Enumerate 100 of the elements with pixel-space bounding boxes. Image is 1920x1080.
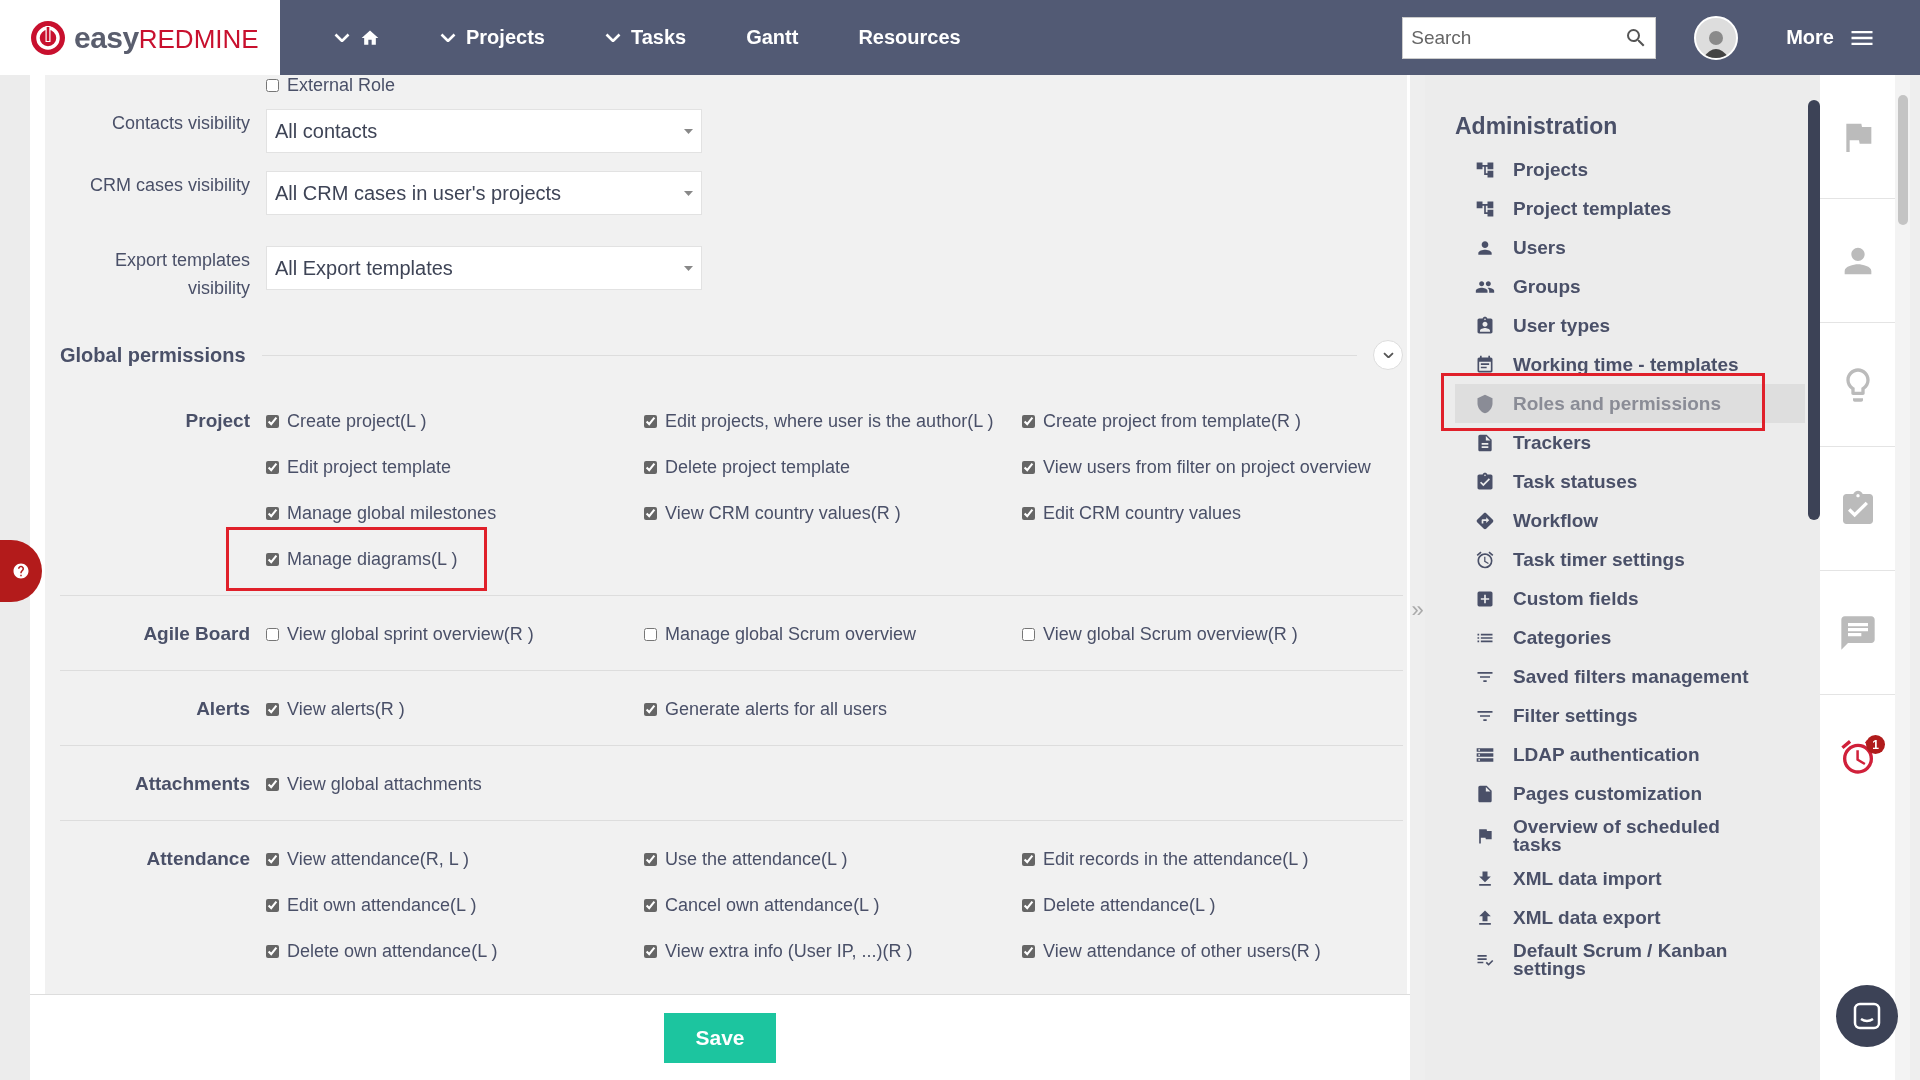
- permission-label: View global Scrum overview(R ): [1043, 623, 1298, 645]
- group-label: Agile Board: [142, 622, 250, 646]
- checkbox[interactable]: [644, 852, 657, 866]
- permission-label: View users from filter on project overview: [1043, 456, 1371, 478]
- clipboard-check-icon: [1475, 471, 1495, 492]
- sidebar-item[interactable]: Saved filters management: [1455, 657, 1805, 696]
- visibility-select[interactable]: All contacts: [266, 109, 702, 153]
- help-icon: [12, 562, 30, 580]
- permission-label: View global attachments: [287, 773, 482, 795]
- checkbox[interactable]: [266, 414, 279, 428]
- checkbox[interactable]: [266, 78, 279, 92]
- sidebar-item[interactable]: Groups: [1455, 267, 1805, 306]
- sidebar-item[interactable]: Users: [1455, 228, 1805, 267]
- checkbox[interactable]: [644, 506, 657, 520]
- checkbox[interactable]: [1022, 627, 1035, 641]
- alarm-clock-icon: [1475, 549, 1495, 570]
- sidebar-title: Administration: [1455, 113, 1619, 140]
- checkbox[interactable]: [644, 460, 657, 474]
- sidebar-item[interactable]: Default Scrum / Kanban settings: [1455, 937, 1805, 983]
- permission-label: Edit projects, where user is the author(L ): [665, 410, 994, 432]
- sidebar-item[interactable]: Categories: [1455, 618, 1805, 657]
- checkbox[interactable]: [1022, 898, 1035, 912]
- group-label: Attachments: [133, 772, 250, 796]
- checkbox[interactable]: [1022, 460, 1035, 474]
- checkbox[interactable]: [1022, 414, 1035, 428]
- logo-icon: [30, 19, 66, 56]
- permission-label: Edit project template: [287, 456, 452, 478]
- sidebar-item[interactable]: Working time - templates: [1455, 345, 1805, 384]
- permission-label: Edit records in the attendance(L ): [1043, 848, 1309, 870]
- permission-label: Create project(L ): [287, 410, 427, 432]
- sidebar-item[interactable]: Trackers: [1455, 423, 1805, 462]
- id-badge-icon: [1475, 315, 1495, 336]
- sidebar-item[interactable]: XML data import: [1455, 859, 1805, 898]
- permission-label: Edit own attendance(L ): [287, 894, 477, 916]
- permission-label: Edit CRM country values: [1043, 502, 1242, 524]
- dropdown-caret-icon: [684, 265, 693, 271]
- collapse-toggle[interactable]: [1373, 340, 1403, 370]
- sidebar-item[interactable]: Project templates: [1455, 189, 1805, 228]
- nav-menu-item[interactable]: Resources: [828, 0, 991, 75]
- nav-menu-item[interactable]: Projects: [410, 0, 575, 75]
- checkbox[interactable]: [644, 414, 657, 428]
- chevron-down-icon: [334, 32, 350, 43]
- diamond-arrow-icon: [1475, 510, 1495, 531]
- checkbox[interactable]: [266, 552, 279, 566]
- dropdown-caret-icon: [684, 190, 693, 196]
- checkbox-label: External Role: [287, 75, 396, 96]
- checkbox[interactable]: [644, 627, 657, 641]
- checkbox[interactable]: [644, 898, 657, 912]
- permission-label: Delete project template: [665, 456, 851, 478]
- checkbox[interactable]: [1022, 852, 1035, 866]
- checkbox[interactable]: [266, 702, 279, 716]
- search-field[interactable]: Search: [1402, 16, 1657, 59]
- checkbox[interactable]: [266, 460, 279, 474]
- document-icon: [1475, 432, 1495, 453]
- notification-badge: 1: [1866, 735, 1885, 754]
- visibility-select[interactable]: All Export templates: [266, 246, 702, 290]
- sidebar-item[interactable]: LDAP authentication: [1455, 735, 1805, 774]
- permission-label: View alerts(R ): [287, 698, 405, 720]
- field-label: CRM cases visibility: [88, 174, 250, 197]
- sidebar-item[interactable]: Task timer settings: [1455, 540, 1805, 579]
- sidebar-item[interactable]: Workflow: [1455, 501, 1805, 540]
- sidebar-item[interactable]: Pages customization: [1455, 774, 1805, 813]
- visibility-select[interactable]: All CRM cases in user's projects: [266, 171, 702, 215]
- permission-label: View attendance(R, L ): [287, 848, 470, 870]
- permission-label: Manage global Scrum overview: [665, 623, 917, 645]
- sidebar-item[interactable]: Projects: [1455, 150, 1805, 189]
- calendar-icon: [1475, 354, 1495, 375]
- sidebar-item[interactable]: XML data export: [1455, 898, 1805, 937]
- permission-label: View attendance of other users(R ): [1043, 940, 1321, 962]
- chat-bubble-icon: [1852, 1001, 1882, 1031]
- checkbox[interactable]: [1022, 944, 1035, 958]
- checkbox[interactable]: [266, 898, 279, 912]
- file-icon: [1475, 783, 1495, 804]
- checkbox[interactable]: [266, 944, 279, 958]
- permission-label: View CRM country values(R ): [665, 502, 901, 524]
- permission-label: Delete own attendance(L ): [287, 940, 498, 962]
- checkbox[interactable]: [644, 944, 657, 958]
- sidebar-item[interactable]: Task statuses: [1455, 462, 1805, 501]
- checkbox[interactable]: [1022, 506, 1035, 520]
- checkbox[interactable]: [266, 506, 279, 520]
- dropdown-caret-icon: [684, 128, 693, 134]
- checkbox[interactable]: [266, 852, 279, 866]
- scrollbar[interactable]: [1897, 95, 1908, 225]
- checkbox[interactable]: [644, 702, 657, 716]
- sidebar-item[interactable]: Custom fields: [1455, 579, 1805, 618]
- more-menu-button[interactable]: More: [1786, 23, 1920, 52]
- permission-label: View extra info (User IP, ...)(R ): [665, 940, 913, 962]
- permission-label: Cancel own attendance(L ): [665, 894, 880, 916]
- checkbox[interactable]: [266, 627, 279, 641]
- permission-label: Create project from template(R ): [1043, 410, 1302, 432]
- sidebar-item[interactable]: Overview of scheduled tasks: [1455, 813, 1805, 859]
- nav-menu-item[interactable]: Tasks: [574, 0, 717, 75]
- permission-label: Delete attendance(L ): [1043, 894, 1216, 916]
- section-title: Global permissions: [60, 343, 246, 367]
- field-label: Export templates visibility: [113, 249, 250, 300]
- sidebar-item[interactable]: Filter settings: [1455, 696, 1805, 735]
- nav-menu-item[interactable]: Gantt: [716, 0, 829, 75]
- scrollbar[interactable]: [1808, 100, 1820, 520]
- sidebar-item[interactable]: User types: [1455, 306, 1805, 345]
- checkbox[interactable]: [266, 777, 279, 791]
